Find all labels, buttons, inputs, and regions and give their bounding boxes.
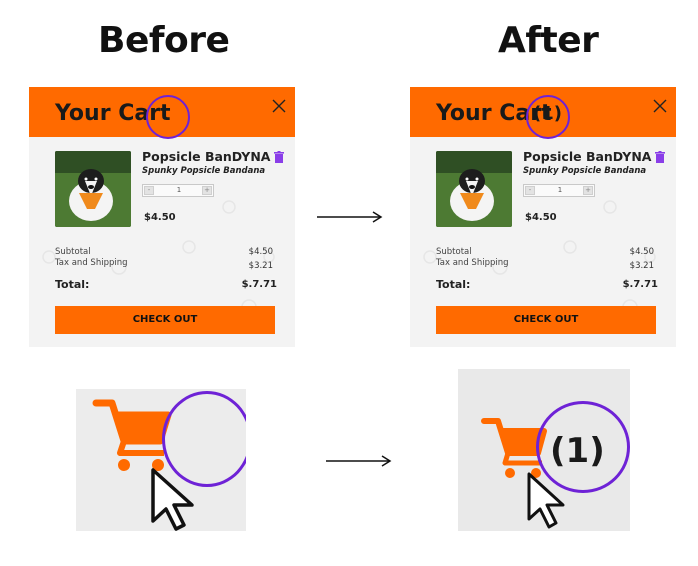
checkout-button[interactable]: CHECK OUT [436, 306, 656, 334]
highlight-ring-before [146, 95, 190, 139]
tax-label: Tax and Shipping [55, 258, 128, 268]
arrow-right-icon [317, 211, 383, 223]
item-subtitle: Spunky Popsicle Bandana [142, 166, 266, 176]
quantity-stepper[interactable]: - 1 + [523, 184, 595, 197]
increment-button[interactable]: + [583, 186, 593, 195]
trash-icon[interactable] [274, 151, 284, 163]
item-price: $4.50 [144, 212, 176, 223]
item-name[interactable]: Popsicle BanDYNA [523, 149, 651, 164]
total-label: Total: [55, 278, 90, 291]
quantity-value[interactable]: 1 [552, 186, 568, 194]
subtotal-value: $4.50 [248, 247, 273, 257]
subtotal-label: Subtotal [436, 247, 472, 257]
heading-before: Before [98, 20, 230, 61]
tax-value: $3.21 [248, 261, 273, 271]
decrement-button[interactable]: - [144, 186, 154, 195]
product-image [436, 151, 512, 227]
close-icon[interactable] [271, 98, 287, 114]
cart-panel-before: Your Cart Popsicle BanDYNA Spunky Popsic… [29, 87, 295, 347]
arrow-right-icon [326, 455, 392, 467]
product-image [55, 151, 131, 227]
total-label: Total: [436, 278, 471, 291]
highlight-ring-zoom-after [536, 401, 630, 493]
zoom-detail-before [76, 389, 246, 531]
quantity-stepper[interactable]: - 1 + [142, 184, 214, 197]
subtotal-label: Subtotal [55, 247, 91, 257]
total-value: $.7.71 [622, 279, 658, 290]
highlight-ring-after [526, 95, 570, 139]
decrement-button[interactable]: - [525, 186, 535, 195]
subtotal-value: $4.50 [629, 247, 654, 257]
quantity-value[interactable]: 1 [171, 186, 187, 194]
tax-label: Tax and Shipping [436, 258, 509, 268]
total-value: $.7.71 [241, 279, 277, 290]
heading-after: After [498, 20, 599, 61]
cart-panel-after: Your Cart (1) Popsicle BanDYNA Spunky Po… [410, 87, 676, 347]
trash-icon[interactable] [655, 151, 665, 163]
zoom-detail-after: (1) [458, 369, 630, 531]
item-name[interactable]: Popsicle BanDYNA [142, 149, 270, 164]
close-icon[interactable] [652, 98, 668, 114]
item-price: $4.50 [525, 212, 557, 223]
increment-button[interactable]: + [202, 186, 212, 195]
tax-value: $3.21 [629, 261, 654, 271]
checkout-button[interactable]: CHECK OUT [55, 306, 275, 334]
item-subtitle: Spunky Popsicle Bandana [523, 166, 647, 176]
highlight-ring-zoom-before [162, 391, 246, 487]
